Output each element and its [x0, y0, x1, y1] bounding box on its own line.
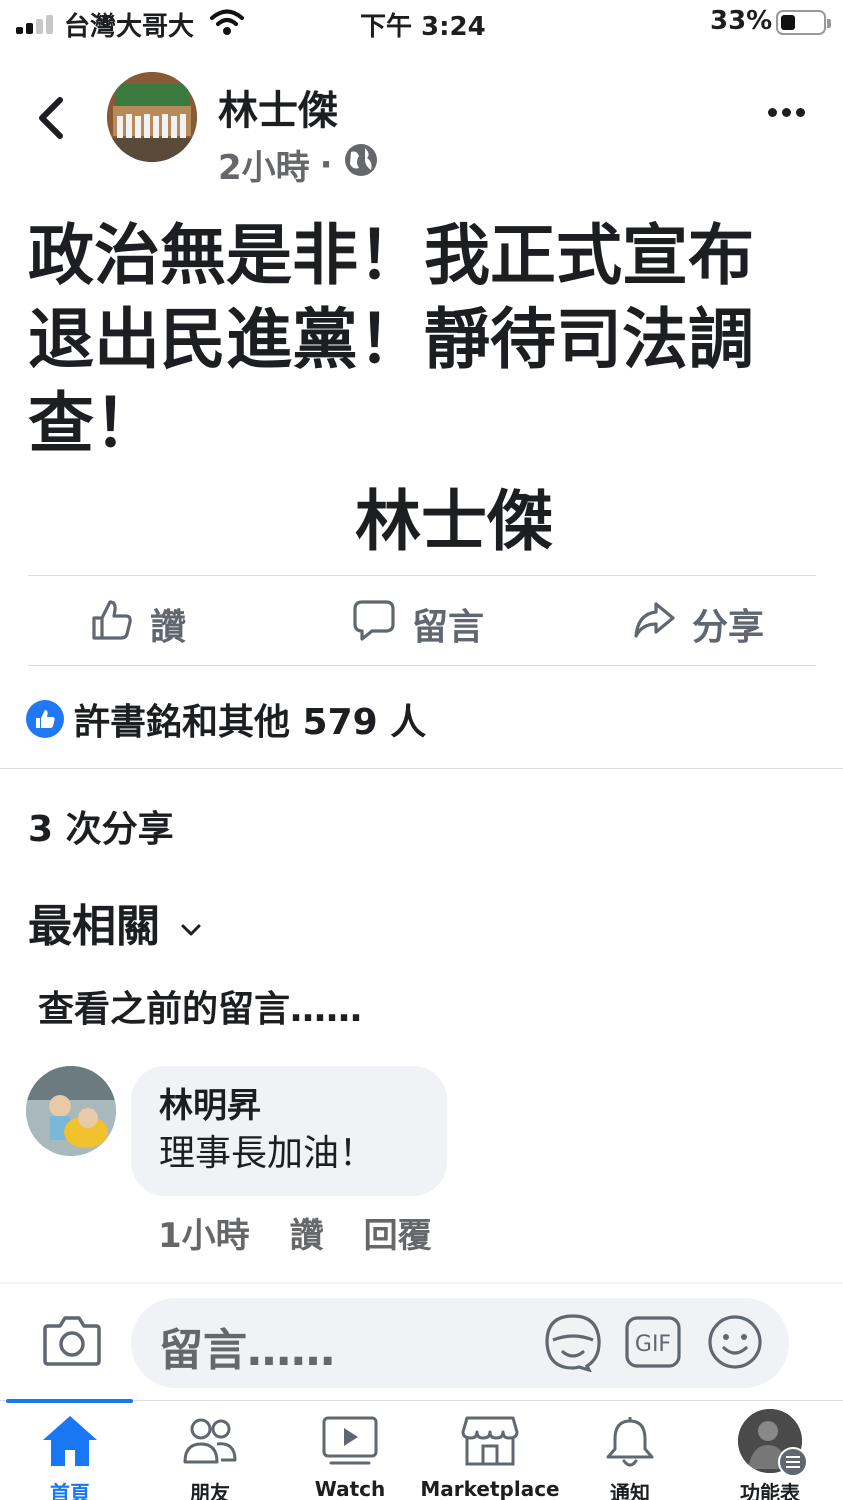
comment-reply-button[interactable]: 回覆 — [364, 1208, 432, 1257]
like-label: 讚 — [150, 607, 187, 648]
post-time[interactable]: 2小時 — [218, 140, 310, 189]
like-button[interactable]: 讚 — [90, 596, 186, 652]
avatar-sticker-icon[interactable] — [543, 1312, 603, 1376]
tab-friends[interactable]: 朋友 — [140, 1411, 280, 1500]
share-button[interactable]: 分享 — [632, 596, 764, 652]
avatar — [738, 1409, 808, 1477]
comment-text: 理事長加油！ — [159, 1133, 376, 1174]
tab-label: 通知 — [610, 1481, 650, 1500]
signal-icon — [16, 12, 56, 34]
tab-label: 朋友 — [190, 1481, 230, 1500]
author-avatar[interactable] — [107, 72, 197, 162]
menu-icon — [700, 1409, 840, 1477]
globe-icon — [343, 142, 379, 187]
sort-label: 最相關 — [28, 901, 160, 952]
wifi-icon — [210, 8, 244, 40]
comment-like-button[interactable]: 讚 — [290, 1208, 324, 1257]
carrier-name: 台灣大哥大 — [64, 12, 195, 42]
comment-meta: 1小時 讚 回覆 — [158, 1208, 432, 1257]
comment-button[interactable]: 留言 — [352, 596, 484, 652]
divider — [0, 768, 843, 769]
tab-marketplace[interactable]: Marketplace — [420, 1411, 560, 1500]
bell-icon — [560, 1411, 700, 1471]
comment-input[interactable]: 留言…… GIF — [131, 1298, 789, 1388]
home-icon — [0, 1411, 140, 1471]
divider — [0, 1282, 843, 1284]
share-label: 分享 — [692, 607, 765, 648]
tab-notifications[interactable]: 通知 — [560, 1411, 700, 1500]
comment-time: 1小時 — [158, 1216, 250, 1256]
divider — [28, 575, 816, 576]
comment-icon — [352, 598, 396, 651]
view-previous-comments[interactable]: 查看之前的留言…… — [38, 980, 362, 1032]
friends-icon — [140, 1411, 280, 1471]
tab-label: Watch — [314, 1477, 386, 1500]
chevron-down-icon — [180, 897, 202, 948]
comment-label: 留言 — [412, 607, 485, 648]
battery-percent: 33% — [710, 6, 773, 36]
comment-input-placeholder: 留言…… — [159, 1325, 335, 1376]
post-author[interactable]: 林士傑 — [218, 78, 338, 136]
thumbs-up-icon — [90, 598, 134, 651]
status-bar: 台灣大哥大 下午 3:24 33% — [0, 0, 843, 48]
gif-icon[interactable]: GIF — [623, 1312, 683, 1376]
clock: 下午 3:24 — [360, 12, 486, 42]
back-icon[interactable] — [34, 96, 70, 144]
post-signature: 林士傑 — [355, 483, 553, 560]
sort-dropdown[interactable]: 最相關 — [28, 890, 202, 954]
watch-icon — [280, 1411, 420, 1471]
tab-menu[interactable]: 功能表 — [700, 1409, 840, 1500]
active-tab-indicator — [6, 1399, 133, 1403]
like-reaction-icon — [26, 700, 64, 738]
battery-icon — [776, 10, 831, 35]
tab-home[interactable]: 首頁 — [0, 1411, 140, 1500]
emoji-icon[interactable] — [705, 1312, 765, 1376]
tab-label: 首頁 — [50, 1481, 90, 1500]
post-text: 政治無是非！我正式宣布退出民進黨！靜待司法調查！ — [28, 217, 754, 462]
tab-watch[interactable]: Watch — [280, 1411, 420, 1500]
tab-label: 功能表 — [740, 1481, 800, 1500]
reactions-summary[interactable]: 許書銘和其他 579 人 — [26, 693, 426, 745]
comment-bubble[interactable]: 林明昇 理事長加油！ — [131, 1066, 447, 1196]
reactions-text: 許書銘和其他 579 人 — [74, 702, 427, 743]
divider — [28, 665, 816, 666]
meta-separator: · — [319, 144, 333, 185]
tab-label: Marketplace — [420, 1477, 560, 1500]
share-icon — [632, 598, 676, 651]
comment-author[interactable]: 林明昇 — [159, 1084, 419, 1128]
post-meta: 2小時 · — [218, 140, 379, 189]
more-options-icon[interactable] — [768, 108, 805, 117]
svg-text:GIF: GIF — [635, 1332, 671, 1357]
camera-icon[interactable] — [42, 1312, 102, 1372]
commenter-avatar[interactable] — [26, 1066, 116, 1156]
bottom-tab-bar: 首頁 朋友 Watch Marketplace 通知 功能表 — [0, 1399, 843, 1500]
share-count[interactable]: 3 次分享 — [28, 800, 174, 852]
marketplace-icon — [420, 1411, 560, 1471]
